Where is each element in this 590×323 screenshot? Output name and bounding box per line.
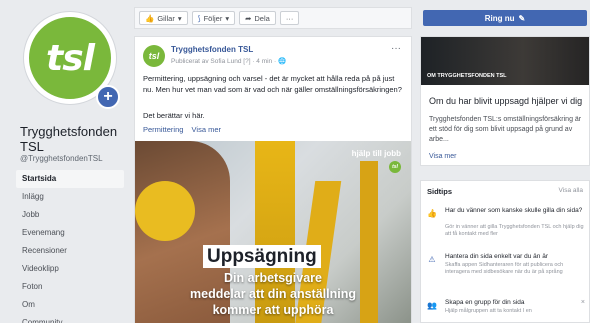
page-tips: Sidtips Visa alla 👍 Har du vänner som ka… [420,180,590,323]
sidebar-item-inlagg[interactable]: Inlägg [16,188,124,206]
about-card-caption: OM TRYGGHETSFONDEN TSL [427,73,507,79]
image-subline: meddelar att din anställning [190,287,356,301]
hard-hat [135,181,195,241]
facebook-page: tsl + Trygghetsfonden TSL @Trygghetsfond… [0,0,590,323]
page-handle[interactable]: @TrygghetsfondenTSL [20,154,103,163]
post-text-secondary: Det berättar vi här. [143,111,205,120]
sidebar-item-evenemang[interactable]: Evenemang [16,224,124,242]
post-image[interactable]: hjälp till jobb tsl Uppsägning Din arbet… [135,141,411,323]
sidebar-item-recensioner[interactable]: Recensioner [16,242,124,260]
about-card-more-link[interactable]: Visa mer [429,153,457,160]
sidebar-item-startsida[interactable]: Startsida [16,170,124,188]
about-card: OM TRYGGHETSFONDEN TSL Om du har blivit … [420,36,590,166]
hashtag-link[interactable]: Permittering [143,125,183,134]
sidebar-nav: Startsida Inlägg Jobb Evenemang Recensio… [16,170,124,323]
tip-item[interactable]: ⚠ Hantera din sida enkelt var du än är S… [425,253,587,289]
thumb-icon: 👍 [145,13,155,23]
follow-button[interactable]: ⟆ Följer ▾ [191,11,236,25]
share-button[interactable]: ➦ Dela [239,11,276,25]
avatar-logo-text: tsl [46,37,95,79]
tip-title: Har du vänner som kanske skulle gilla di… [445,207,583,214]
call-now-button[interactable]: Ring nu ✎ [423,10,587,26]
left-sidebar: tsl + Trygghetsfonden TSL @Trygghetsfond… [4,0,124,323]
tip-title: Skapa en grupp för din sida [445,299,525,306]
share-label: Dela [254,13,270,23]
tip-item[interactable]: 👥 Skapa en grupp för din sida Hjälp målg… [425,299,587,322]
sidebar-item-om[interactable]: Om [16,296,124,314]
post-text: Permittering, uppsägning och varsel - de… [143,74,402,94]
chevron-down-icon: ▾ [177,13,182,23]
sidebar-item-jobb[interactable]: Jobb [16,206,124,224]
image-headline: Uppsägning [203,245,321,268]
see-more-link[interactable]: Visa mer [192,125,221,134]
close-icon[interactable]: × [581,299,585,306]
post-meta: Publicerat av Sofia Lund [?] · 4 min · 🌐 [171,57,286,65]
page-action-bar: 👍 Gillar ▾ ⟆ Följer ▾ ➦ Dela ··· [134,7,412,29]
more-button[interactable]: ··· [279,11,300,25]
about-card-body: Trygghetsfonden TSL:s omställningsförsäk… [429,116,582,143]
chevron-down-icon: ▾ [225,13,230,23]
image-subline: Din arbetsgivare [224,271,322,285]
post-author[interactable]: Trygghetsfonden TSL [171,45,253,54]
like-label: Gillar [157,13,175,23]
tips-see-all-link[interactable]: Visa alla [559,187,583,194]
image-subline: kommer att upphöra [212,303,334,317]
post-meta-text: Publicerat av Sofia Lund [?] · 4 min · [171,58,278,65]
post-tags: Permittering Visa mer [143,125,221,134]
page-title: Trygghetsfonden TSL [20,124,118,154]
sidebar-item-community[interactable]: Community [16,314,124,323]
image-hashtag: hjälp till jobb [351,149,401,158]
add-icon[interactable]: + [96,85,120,109]
tip-title: Hantera din sida enkelt var du än är [445,253,548,260]
like-button[interactable]: 👍 Gillar ▾ [139,11,188,25]
tip-item[interactable]: 👍 Har du vänner som kanske skulle gilla … [425,207,587,243]
globe-icon: 🌐 [277,58,287,65]
cta-label: Ring nu [484,13,515,23]
post-options-icon[interactable]: ··· [391,43,401,54]
about-card-title[interactable]: Om du har blivit uppsagd hjälper vi dig [429,95,585,107]
tip-body: Hjälp målgruppen att ta kontakt I en [445,308,532,314]
follow-label: Följer [203,13,223,23]
sidebar-item-foton[interactable]: Foton [16,278,124,296]
pencil-icon: ✎ [518,13,526,23]
group-icon: 👥 [427,301,437,310]
post-avatar[interactable]: tsl [143,45,165,67]
tips-title: Sidtips [427,187,453,196]
share-icon: ➦ [245,13,252,23]
rss-icon: ⟆ [197,13,201,23]
feed-post: tsl Trygghetsfonden TSL Publicerat av So… [134,36,412,323]
tip-body: Skaffa appen Sidhanteraren för att publi… [445,262,564,275]
image-logo-badge: tsl [389,161,401,173]
sidebar-item-videoklipp[interactable]: Videoklipp [16,260,124,278]
alert-icon: ⚠ [428,255,436,264]
thumb-icon: 👍 [427,209,437,218]
tip-body: Gör in vänner att gilla Trygghetsfonden … [445,224,584,237]
